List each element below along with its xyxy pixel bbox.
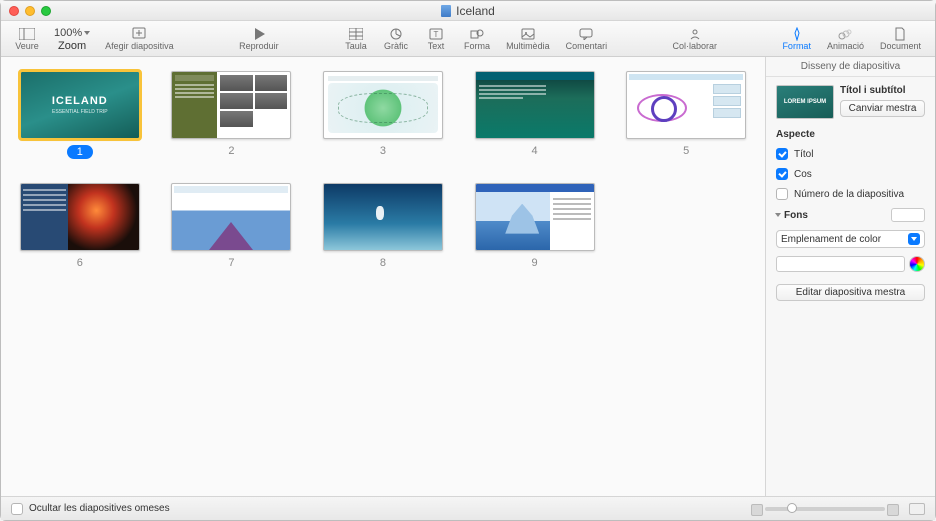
slide-number: 5 <box>683 145 689 157</box>
fill-type-value: Emplenament de color <box>781 234 881 245</box>
slide-number: 2 <box>228 145 234 157</box>
slide-title: ICELAND <box>52 95 108 107</box>
chevron-down-icon <box>84 31 90 35</box>
slide-thumbnail[interactable]: 7 <box>171 183 293 269</box>
plus-icon <box>131 27 147 41</box>
document-tab[interactable]: Document <box>872 21 929 56</box>
window-titlebar: Iceland <box>1 1 935 21</box>
hide-skipped-label: Ocultar les diapositives omeses <box>29 503 170 514</box>
zoom-control[interactable]: 100% Zoom <box>47 21 97 56</box>
view-button[interactable]: Veure <box>7 21 47 56</box>
slide-thumbnail[interactable]: 2 <box>171 71 293 159</box>
view-mode-toggle[interactable] <box>909 503 925 515</box>
inspector-title: Disseny de diapositiva <box>766 57 935 77</box>
checkbox-icon <box>776 168 788 180</box>
chevron-down-icon <box>908 233 920 245</box>
title-checkbox-row[interactable]: Títol <box>776 148 925 160</box>
zoom-value: 100% <box>54 27 82 39</box>
slider-knob[interactable] <box>787 503 797 513</box>
toolbar: Veure 100% Zoom Afegir diapositiva Repro… <box>1 21 935 57</box>
text-button[interactable]: T Text <box>416 21 456 56</box>
collaborate-button[interactable]: Col·laborar <box>665 21 726 56</box>
checkbox-icon <box>11 503 23 515</box>
format-inspector: Disseny de diapositiva LOREM IPSUM Títol… <box>765 57 935 496</box>
slide-thumbnail[interactable]: 6 <box>19 183 141 269</box>
slide-thumbnail[interactable]: ICELAND ESSENTIAL FIELD TRIP 1 <box>19 71 141 159</box>
slidenum-checkbox-row[interactable]: Número de la diapositiva <box>776 188 925 200</box>
view-icon <box>19 27 35 41</box>
window-controls <box>9 6 51 16</box>
zoom-slider[interactable] <box>765 507 885 511</box>
comment-icon <box>578 27 594 41</box>
slide-number: 8 <box>380 257 386 269</box>
svg-text:T: T <box>434 30 439 39</box>
document-icon <box>892 27 908 41</box>
edit-master-button[interactable]: Editar diapositiva mestra <box>776 284 925 301</box>
slide-number: 3 <box>380 145 386 157</box>
slide-number: 6 <box>77 257 83 269</box>
color-well[interactable] <box>776 256 905 272</box>
slide-number: 4 <box>532 145 538 157</box>
title-checkbox-label: Títol <box>794 149 813 160</box>
media-icon <box>520 27 536 41</box>
checkbox-icon <box>776 188 788 200</box>
background-section-header: Fons <box>784 210 808 221</box>
slide-thumbnail[interactable]: 9 <box>474 183 596 269</box>
document-title: Iceland <box>1 4 935 18</box>
change-master-button[interactable]: Canviar mestra <box>840 100 925 117</box>
format-tab[interactable]: Format <box>774 21 819 56</box>
slide-number: 9 <box>532 257 538 269</box>
color-wheel-icon[interactable] <box>909 256 925 272</box>
checkbox-icon <box>776 148 788 160</box>
media-button[interactable]: Multimèdia <box>498 21 558 56</box>
disclosure-icon[interactable] <box>775 213 781 217</box>
slide-number: 7 <box>228 257 234 269</box>
text-icon: T <box>428 27 444 41</box>
comment-button[interactable]: Comentari <box>558 21 616 56</box>
chart-icon <box>388 27 404 41</box>
document-icon <box>441 5 451 17</box>
slide-number: 1 <box>67 145 93 159</box>
background-swatch[interactable] <box>891 208 925 222</box>
minimize-icon[interactable] <box>25 6 35 16</box>
format-icon <box>789 27 805 41</box>
play-icon <box>251 27 267 41</box>
table-icon <box>348 27 364 41</box>
slide-light-table[interactable]: ICELAND ESSENTIAL FIELD TRIP 1 2 3 <box>1 57 765 496</box>
appearance-section-header: Aspecte <box>776 129 925 140</box>
close-icon[interactable] <box>9 6 19 16</box>
document-title-text: Iceland <box>456 4 495 18</box>
slide-thumbnail[interactable]: 3 <box>322 71 444 159</box>
master-name: Títol i subtítol <box>840 85 925 96</box>
chart-button[interactable]: Gràfic <box>376 21 416 56</box>
play-button[interactable]: Reproduir <box>231 21 287 56</box>
collaborate-icon <box>687 27 703 41</box>
shape-button[interactable]: Forma <box>456 21 498 56</box>
fill-type-select[interactable]: Emplenament de color <box>776 230 925 248</box>
body-checkbox-row[interactable]: Cos <box>776 168 925 180</box>
slidenum-checkbox-label: Número de la diapositiva <box>794 189 904 200</box>
slide-subtitle: ESSENTIAL FIELD TRIP <box>52 109 108 115</box>
shape-icon <box>469 27 485 41</box>
slide-thumbnail[interactable]: 4 <box>474 71 596 159</box>
table-button[interactable]: Taula <box>336 21 376 56</box>
master-preview[interactable]: LOREM IPSUM <box>776 85 834 119</box>
animate-tab[interactable]: Animació <box>819 21 872 56</box>
body-checkbox-label: Cos <box>794 169 812 180</box>
slide-thumbnail[interactable]: 5 <box>625 71 747 159</box>
hide-skipped-checkbox[interactable]: Ocultar les diapositives omeses <box>11 503 170 515</box>
slide-thumbnail[interactable]: 8 <box>322 183 444 269</box>
footer-bar: Ocultar les diapositives omeses <box>1 496 935 520</box>
add-slide-button[interactable]: Afegir diapositiva <box>97 21 182 56</box>
animate-icon <box>837 27 853 41</box>
fullscreen-icon[interactable] <box>41 6 51 16</box>
